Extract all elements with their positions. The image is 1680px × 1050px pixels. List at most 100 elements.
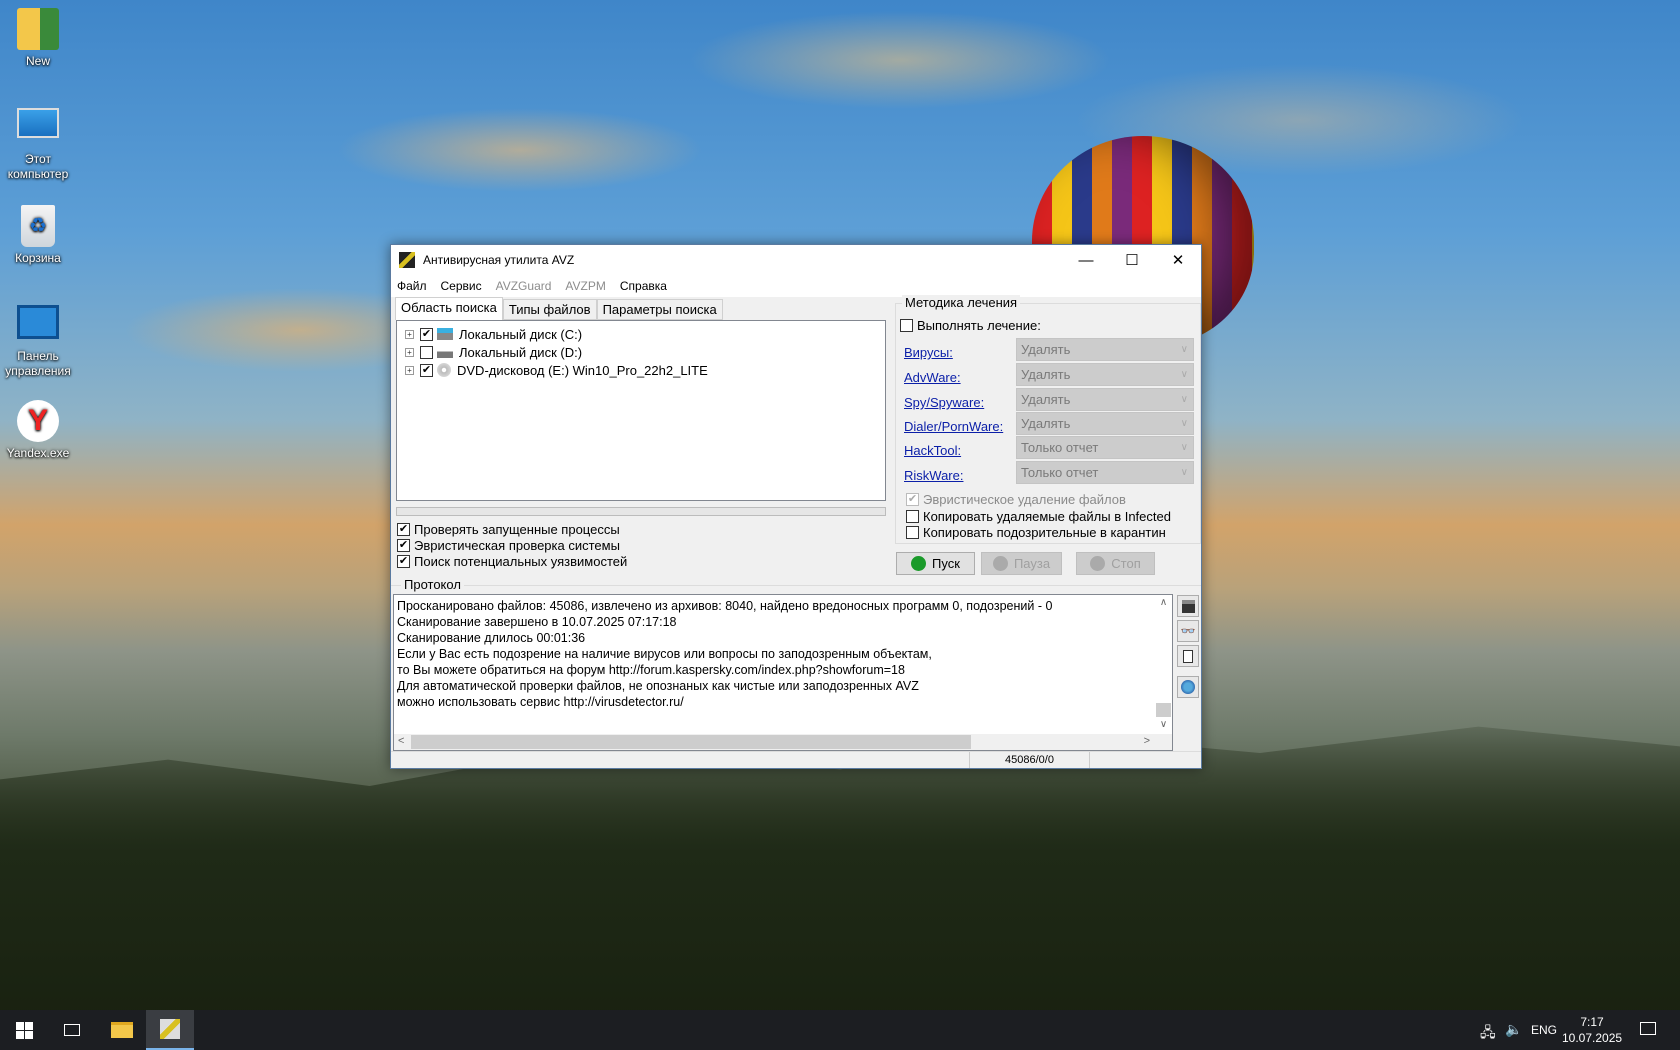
checkbox: ✔ — [397, 539, 410, 552]
tab-search-params[interactable]: Параметры поиска — [596, 299, 723, 320]
task-view-icon — [64, 1024, 80, 1036]
link-hacktool[interactable]: HackTool: — [904, 443, 961, 458]
language-indicator[interactable]: ENG — [1531, 1023, 1557, 1037]
close-button[interactable]: ✕ — [1155, 245, 1201, 275]
link-riskware[interactable]: RiskWare: — [904, 468, 963, 483]
checkbox: ✔ — [397, 523, 410, 536]
task-view-button[interactable] — [48, 1010, 96, 1050]
play-icon — [911, 556, 927, 571]
log-line: можно использовать сервис http://virusde… — [397, 695, 684, 709]
menu-service[interactable]: Сервис — [441, 279, 482, 293]
select-riskware[interactable]: Только отчет ∨ — [1016, 461, 1194, 484]
perform-treatment-checkbox[interactable]: Выполнять лечение: — [900, 318, 1041, 333]
globe-icon — [1181, 680, 1195, 694]
protocol-title: Протокол — [401, 577, 464, 592]
protocol-divider — [391, 585, 1201, 586]
yandex-installer-icon: Y — [17, 400, 59, 442]
copy-infected-checkbox[interactable]: Копировать удаляемые файлы в Infected — [906, 509, 1171, 524]
expand-icon[interactable]: + — [405, 365, 414, 375]
checkbox — [906, 510, 919, 523]
clock-time: 7:17 — [1580, 1015, 1604, 1029]
select-spyware[interactable]: Удалять ∨ — [1016, 388, 1194, 411]
menu-file[interactable]: Файл — [397, 279, 427, 293]
scrollbar-thumb[interactable] — [1156, 703, 1171, 717]
save-log-button[interactable] — [1177, 595, 1199, 617]
pause-button[interactable]: Пауза — [981, 552, 1062, 575]
stop-icon — [1090, 556, 1106, 571]
clear-log-button[interactable] — [1177, 645, 1199, 667]
desktop-icon-control-panel[interactable]: Панель управления — [0, 305, 76, 379]
hard-drive-icon — [437, 328, 453, 340]
log-line: Для автоматической проверки файлов, не о… — [397, 679, 919, 693]
heuristic-delete-checkbox[interactable]: ✔ Эвристическое удаление файлов — [906, 492, 1126, 507]
link-advware[interactable]: AdvWare: — [904, 370, 961, 385]
blank-page-icon — [1183, 649, 1193, 663]
option-check-processes[interactable]: ✔ Проверять запущенные процессы — [397, 522, 620, 537]
link-spyware[interactable]: Spy/Spyware: — [904, 395, 984, 410]
desktop-icon-yandex[interactable]: Y Yandex.exe — [0, 400, 76, 461]
scrollbar-thumb[interactable] — [411, 735, 971, 749]
menu-help[interactable]: Справка — [620, 279, 667, 293]
dvd-icon — [437, 363, 451, 377]
taskbar-file-explorer[interactable] — [98, 1010, 146, 1050]
control-panel-icon — [17, 305, 59, 339]
copy-quarantine-checkbox[interactable]: Копировать подозрительные в карантин — [906, 525, 1166, 540]
windows-logo-icon — [15, 1021, 33, 1039]
maximize-button[interactable]: ☐ — [1109, 245, 1155, 275]
action-center-icon[interactable] — [1640, 1022, 1656, 1035]
drive-e-checkbox[interactable]: ✔ — [420, 363, 433, 377]
view-button[interactable]: 👓 — [1177, 620, 1199, 642]
select-advware[interactable]: Удалять ∨ — [1016, 363, 1194, 386]
tab-search-area[interactable]: Область поиска — [395, 297, 503, 320]
vertical-scrollbar[interactable]: ∧ ∨ — [1155, 595, 1172, 735]
clock-date: 10.07.2025 — [1562, 1031, 1623, 1045]
chevron-down-icon: ∨ — [1180, 394, 1188, 405]
expand-icon[interactable]: + — [405, 329, 414, 339]
drive-c-checkbox[interactable]: ✔ — [420, 327, 433, 341]
tree-item-drive-d[interactable]: + Локальный диск (D:) — [397, 343, 885, 361]
menu-avzpm[interactable]: AVZPM — [565, 279, 605, 293]
horizontal-scrollbar[interactable]: < > — [394, 734, 1172, 750]
group-title: Методика лечения — [902, 295, 1021, 310]
stop-button[interactable]: Стоп — [1076, 552, 1155, 575]
tree-item-drive-c[interactable]: + ✔ Локальный диск (C:) — [397, 325, 885, 343]
desktop-icon-recycle-bin[interactable]: ♻ Корзина — [0, 205, 76, 266]
recycle-bin-icon: ♻ — [21, 205, 55, 247]
log-line: Просканировано файлов: 45086, извлечено … — [397, 599, 1053, 613]
glasses-icon: 👓 — [1180, 624, 1196, 638]
option-heuristic-check[interactable]: ✔ Эвристическая проверка системы — [397, 538, 620, 553]
network-icon[interactable]: 🖧 — [1480, 1022, 1496, 1046]
link-viruses[interactable]: Вирусы: — [904, 345, 953, 360]
checkbox: ✔ — [906, 493, 919, 506]
avz-window: Антивирусная утилита AVZ — ☐ ✕ Файл Серв… — [390, 244, 1202, 769]
network-button[interactable] — [1177, 676, 1199, 698]
tab-file-types[interactable]: Типы файлов — [502, 299, 597, 320]
clock[interactable]: 7:17 10.07.2025 — [1562, 1014, 1622, 1046]
link-dialer[interactable]: Dialer/PornWare: — [904, 419, 1003, 434]
log-line: Сканирование завершено в 10.07.2025 07:1… — [397, 615, 677, 629]
floppy-disk-icon — [1181, 599, 1195, 613]
computer-icon — [17, 108, 59, 138]
option-vulnerabilities[interactable]: ✔ Поиск потенциальных уязвимостей — [397, 554, 627, 569]
volume-icon[interactable]: 🔈 — [1505, 1021, 1522, 1038]
expand-icon[interactable]: + — [405, 347, 414, 357]
scan-progress-bar — [396, 507, 886, 516]
title-bar[interactable]: Антивирусная утилита AVZ — ☐ ✕ — [391, 245, 1201, 275]
log-line: Если у Вас есть подозрение на наличие ви… — [397, 647, 932, 661]
select-hacktool[interactable]: Только отчет ∨ — [1016, 436, 1194, 459]
menu-avzguard[interactable]: AVZGuard — [496, 279, 552, 293]
minimize-button[interactable]: — — [1063, 245, 1109, 275]
start-button[interactable] — [0, 1010, 48, 1050]
drive-d-checkbox[interactable] — [420, 345, 433, 359]
protocol-log[interactable]: Просканировано файлов: 45086, извлечено … — [393, 594, 1173, 751]
select-viruses[interactable]: Удалять ∨ — [1016, 338, 1194, 361]
desktop-icon-this-pc[interactable]: Этот компьютер — [0, 108, 76, 182]
checkbox: ✔ — [397, 555, 410, 568]
tree-item-drive-e[interactable]: + ✔ DVD-дисковод (E:) Win10_Pro_22h2_LITE — [397, 361, 885, 379]
start-button[interactable]: Пуск — [896, 552, 975, 575]
taskbar-avz[interactable] — [146, 1010, 194, 1050]
desktop-icon-new[interactable]: New — [0, 8, 76, 69]
select-dialer[interactable]: Удалять ∨ — [1016, 412, 1194, 435]
status-bar: 45086/0/0 — [391, 751, 1201, 768]
pause-icon — [992, 556, 1008, 571]
